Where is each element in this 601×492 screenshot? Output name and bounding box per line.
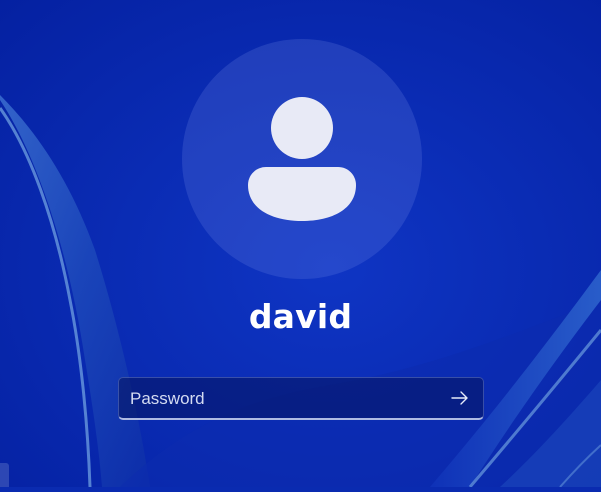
- user-avatar: [182, 39, 422, 279]
- password-field[interactable]: [119, 378, 439, 419]
- username-label: david: [248, 297, 353, 336]
- person-icon: [248, 97, 356, 221]
- password-box[interactable]: [118, 377, 484, 420]
- arrow-right-icon: [451, 391, 468, 405]
- submit-button[interactable]: [443, 382, 477, 414]
- corner-widget[interactable]: [0, 463, 9, 487]
